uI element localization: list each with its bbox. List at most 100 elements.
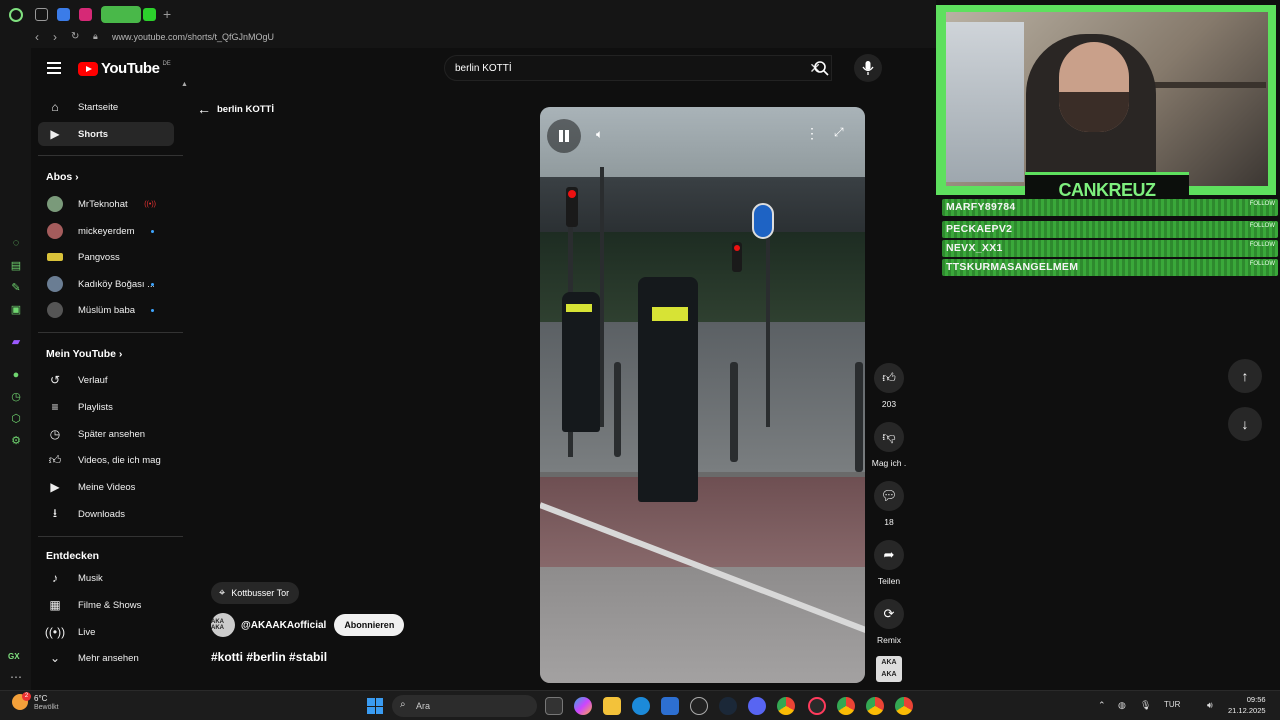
tab-blue[interactable] — [57, 8, 70, 21]
comments-button[interactable]: 💬︎ 18 — [868, 481, 910, 527]
store-icon[interactable] — [661, 697, 679, 715]
subscription-item[interactable]: Pangvoss — [38, 245, 174, 269]
more-options-icon[interactable]: ⋮ — [805, 125, 819, 142]
url-field[interactable]: www.youtube.com/shorts/t_QfGJnMOgU — [112, 32, 274, 42]
region-label: DE — [162, 60, 171, 67]
sidebar-item-watch-later[interactable]: ◷ Später ansehen — [38, 422, 174, 446]
copilot-icon[interactable] — [574, 697, 592, 715]
remix-label: Remix — [876, 635, 902, 645]
search-input[interactable]: berlin KOTTİ ✕ — [444, 55, 832, 81]
opera-logo-icon[interactable] — [9, 8, 23, 22]
reload-icon[interactable]: ↻ — [71, 31, 79, 42]
subscription-item[interactable]: mickeyerdem — [38, 219, 174, 243]
subscription-item[interactable]: Müslüm baba — [38, 298, 174, 322]
back-to-search[interactable]: ← berlin KOTTİ — [197, 101, 274, 117]
channel-name[interactable]: @AKAAKAofficial — [241, 620, 326, 631]
dislike-button[interactable]: 👎︎ Mag ich . — [868, 422, 910, 468]
chrome-icon[interactable] — [837, 697, 855, 715]
like-button[interactable]: 👍︎ 203 — [868, 363, 910, 409]
forward-nav-icon[interactable]: › — [53, 30, 57, 44]
sidebar-item-music[interactable]: ♪ Musik — [38, 566, 174, 590]
opera-gx-icon[interactable] — [808, 697, 826, 715]
input-language[interactable]: TUR — [1164, 700, 1180, 709]
subscription-item[interactable]: Kadıköy Boğası ... — [38, 272, 174, 296]
sidebar-item-shorts[interactable]: ▶ Shorts — [38, 122, 174, 146]
app-icon[interactable] — [690, 697, 708, 715]
subscriptions-heading[interactable]: Abos › — [46, 171, 79, 183]
subscription-item[interactable]: MrTeknohat ((•)) — [38, 192, 174, 216]
menu-icon[interactable] — [47, 62, 61, 74]
tab-mail[interactable] — [35, 8, 48, 21]
share-label: Teilen — [877, 576, 901, 586]
fullscreen-icon[interactable]: ⤢ — [834, 125, 844, 140]
sidebar-item-playlists[interactable]: ≡ Playlists — [38, 395, 174, 419]
settings-icon[interactable]: ⚙ — [10, 435, 22, 447]
taskbar-search[interactable]: ⌕ Ara — [392, 695, 537, 717]
gx-icon[interactable]: GX — [8, 652, 20, 661]
video-caption[interactable]: #kotti #berlin #stabil — [211, 650, 327, 664]
next-short-button[interactable]: ↓ — [1228, 407, 1262, 441]
task-view-icon[interactable] — [545, 697, 563, 715]
discord-icon[interactable] — [748, 697, 766, 715]
edge-icon[interactable] — [632, 697, 650, 715]
voice-search-button[interactable] — [854, 54, 882, 82]
new-tab-icon[interactable]: + — [163, 6, 171, 22]
scroll-up-icon[interactable]: ▲ — [181, 81, 188, 88]
subscribe-button[interactable]: Abonnieren — [334, 614, 405, 636]
m-icon[interactable]: ▣ — [10, 304, 22, 316]
network-tray-icon[interactable]: ◍ — [1118, 700, 1126, 711]
share-icon: ➦ — [874, 540, 904, 570]
speed-dial-icon[interactable]: ◌ — [10, 237, 22, 249]
tray-chevron-icon[interactable]: ⌃ — [1098, 700, 1106, 711]
mic-tray-icon[interactable]: 🎙︎ — [1140, 700, 1151, 711]
sidebar-item-live[interactable]: ((•)) Live — [38, 620, 174, 644]
remix-button[interactable]: ⟳ Remix — [868, 599, 910, 645]
tab-instagram[interactable] — [79, 8, 92, 21]
pause-button[interactable] — [547, 119, 581, 153]
sidebar-item-home[interactable]: ⌂ Startseite — [38, 95, 174, 119]
chrome-icon[interactable] — [866, 697, 884, 715]
sidebar-item-my-videos[interactable]: ▶ Meine Videos — [38, 475, 174, 499]
chrome-icon[interactable] — [895, 697, 913, 715]
video-scene — [730, 362, 738, 462]
video-scene — [614, 362, 621, 457]
player-icon[interactable]: ● — [10, 369, 22, 381]
my-youtube-heading[interactable]: Mein YouTube › — [46, 348, 122, 360]
divider — [38, 155, 183, 156]
channel-avatar[interactable]: AKA AKA — [211, 613, 235, 637]
pencil-icon[interactable]: ✎ — [10, 282, 22, 294]
extensions-icon[interactable]: ⬡ — [10, 413, 22, 425]
channel-thumbnail[interactable]: AKA AKA — [876, 656, 902, 682]
sidebar-item-label: Meine Videos — [78, 481, 136, 493]
windows-start-icon[interactable] — [367, 698, 383, 714]
share-button[interactable]: ➦ Teilen — [868, 540, 910, 586]
bag-icon[interactable]: ▤ — [10, 260, 22, 272]
location-chip[interactable]: ⌖ Kottbusser Tor — [211, 582, 300, 604]
search-button[interactable] — [806, 55, 836, 81]
more-icon[interactable]: ⋯ — [10, 670, 22, 684]
subscription-label: Pangvoss — [78, 251, 120, 263]
volume-tray-icon[interactable]: 🔊︎ — [1207, 700, 1213, 711]
back-nav-icon[interactable]: ‹ — [35, 30, 39, 44]
file-explorer-icon[interactable] — [603, 697, 621, 715]
sidebar-item-liked[interactable]: 👍︎ Videos, die ich mag — [38, 448, 174, 472]
tab-kick[interactable] — [143, 8, 156, 21]
history-rail-icon[interactable]: ◷ — [10, 391, 22, 403]
twitch-icon[interactable]: ▰ — [10, 336, 22, 348]
weather-widget[interactable]: 2 6°C Bewölkt — [12, 692, 59, 711]
steam-icon[interactable] — [719, 697, 737, 715]
shorts-video-player[interactable]: 🔈︎ ⋮ ⤢ — [540, 107, 865, 683]
previous-short-button[interactable]: ↑ — [1228, 359, 1262, 393]
youtube-logo[interactable]: YouTube DE — [78, 60, 171, 77]
sidebar-item-downloads[interactable]: ⭳ Downloads — [38, 502, 174, 526]
sidebar-item-more[interactable]: ⌄ Mehr ansehen — [38, 646, 174, 670]
chrome-icon[interactable] — [777, 697, 795, 715]
sidebar-item-label: Downloads — [78, 508, 125, 520]
sidebar-item-films[interactable]: ▦ Filme & Shows — [38, 593, 174, 617]
system-clock[interactable]: 09:56 21.12.2025 — [1228, 694, 1266, 716]
search-icon: ⌕ — [400, 699, 406, 710]
tab-youtube-active[interactable] — [101, 6, 141, 23]
yt-sidebar: ▲ ⌂ Startseite ▶ Shorts Abos › MrTeknoha… — [31, 81, 188, 690]
volume-icon[interactable]: 🔈︎ — [596, 127, 603, 142]
sidebar-item-history[interactable]: ↺ Verlauf — [38, 368, 174, 392]
